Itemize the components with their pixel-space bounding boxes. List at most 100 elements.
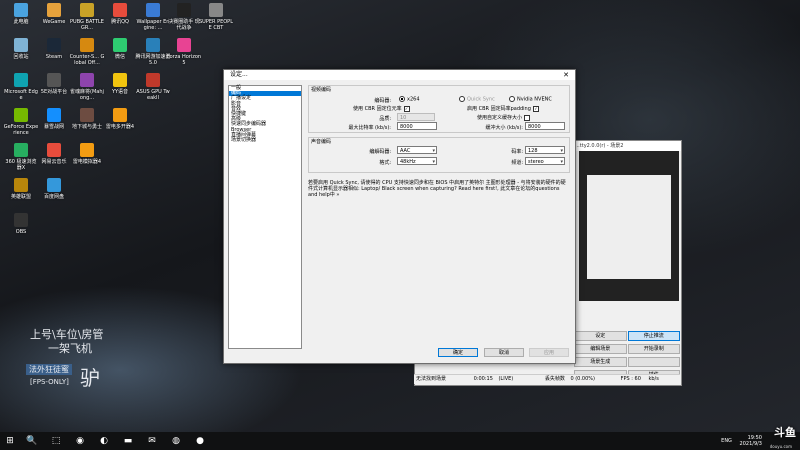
obs-status-live: (LIVE) — [498, 376, 514, 382]
taskbar-app-icon[interactable]: ◐ — [98, 435, 110, 447]
desktop-icon[interactable]: PUBG BATTLEGR... — [69, 3, 105, 31]
encoder-nvenc-radio[interactable]: Nvidia NVENC — [509, 96, 552, 103]
desktop-icon[interactable]: 雷电多开器4 — [102, 108, 138, 130]
app-icon — [47, 3, 61, 17]
settings-content: 视频编码 编码器: x264 Quick Sync Nvidia NVENC 使… — [308, 85, 570, 173]
settings-dialog[interactable]: 设定... ✕ 一般 编码 广播设定 影音 音效 快捷键 高级 快速同步编码器 Browser 直… — [223, 69, 576, 364]
obs-edit-scene-button[interactable]: 编辑场景 — [574, 344, 627, 354]
desktop-icon-label: GeForce Experience — [3, 124, 39, 136]
encoder-x264-radio[interactable]: x264 — [399, 96, 420, 103]
max-bitrate-field[interactable]: 8000 — [397, 122, 437, 130]
desktop-icon[interactable]: SUPER PEOPLE CBT — [198, 3, 234, 31]
desktop-icon[interactable]: GeForce Experience — [3, 108, 39, 136]
clock-date[interactable]: 2021/9/3 — [740, 441, 762, 447]
obs-settings-button[interactable]: 设定 — [574, 331, 627, 341]
ok-button[interactable]: 确定 — [438, 348, 478, 357]
taskbar-app-icon[interactable]: ✉ — [146, 435, 158, 447]
taskbar-app-icon[interactable]: ⬚ — [50, 435, 62, 447]
desktop-icon[interactable]: 决赛圈助手 现代战争 — [166, 3, 202, 31]
dialog-title: 设定... — [230, 71, 248, 78]
taskbar-app-icon[interactable]: ◍ — [170, 435, 182, 447]
desktop-icon[interactable]: 地下城与勇士 — [69, 108, 105, 130]
dialog-titlebar[interactable]: 设定... ✕ — [224, 70, 575, 80]
format-label: 格式: — [379, 160, 391, 166]
app-icon — [80, 73, 94, 87]
settings-nav: 一般 编码 广播设定 影音 音效 快捷键 高级 快速同步编码器 Browser 直播间弹幕 场景切换… — [228, 85, 302, 349]
audio-bitrate-label: 码率: — [511, 149, 523, 155]
windows-start-icon[interactable]: ⊞ — [4, 435, 16, 447]
nav-item[interactable]: 场景切换器 — [229, 137, 301, 143]
obs-scene-gen-button[interactable]: 场景生成 — [574, 357, 627, 367]
cancel-button[interactable]: 取消 — [484, 348, 524, 357]
obs-status-kbps: kb/s — [648, 376, 659, 382]
max-bitrate-label: 最大比特率 (kb/s): — [348, 125, 391, 131]
obs-status-time: 0:00:15 — [473, 376, 493, 382]
obs-preview-capture — [587, 175, 671, 279]
app-icon — [113, 108, 127, 122]
desktop-icon-label: 腾讯QQ — [111, 19, 129, 25]
desktop-icon-label: Forza Horizon 5 — [166, 54, 202, 66]
taskbar-app-icon[interactable]: 🔍 — [26, 435, 38, 447]
desktop-icon-label: SUPER PEOPLE CBT — [199, 19, 233, 31]
channel-select[interactable]: stereo — [525, 157, 565, 166]
audio-codec-select[interactable]: AAC — [397, 146, 437, 155]
desktop-icon[interactable]: 百度网盘 — [36, 178, 72, 200]
app-icon — [146, 73, 160, 87]
buffer-size-field[interactable]: 8000 — [525, 122, 565, 130]
obs-blank-button[interactable] — [627, 357, 680, 367]
desktop-icon-label: 360 极速浏览器X — [5, 159, 37, 171]
desktop-icon-label: 地下城与勇士 — [71, 124, 102, 130]
desktop-icon-label: 网易云音乐 — [41, 159, 67, 165]
douyu-watermark: 斗鱼 — [774, 426, 796, 439]
desktop-icon[interactable]: 5E对战平台 — [36, 73, 72, 95]
app-icon — [177, 3, 191, 17]
audio-codec-label: 编解码器: — [369, 149, 391, 155]
channel-label: 频道: — [511, 160, 523, 166]
audio-bitrate-select[interactable]: 128 — [525, 146, 565, 155]
desktop-icon-label: 微信 — [114, 54, 125, 60]
apply-button[interactable]: 应用 — [529, 348, 569, 357]
obs-start-record-button[interactable]: 开始录制 — [627, 344, 680, 354]
desktop-icon[interactable]: ASUS GPU TweakII — [135, 73, 171, 101]
desktop-icon-label: 5E对战平台 — [40, 89, 68, 95]
app-icon — [14, 213, 28, 227]
format-select[interactable]: 48kHz — [397, 157, 437, 166]
quality-field[interactable]: 10 — [397, 113, 435, 121]
cbr-checkbox[interactable]: 使用 CBR 固定位元率 ✓ — [353, 105, 410, 112]
desktop-icon[interactable]: 英雄联盟 — [3, 178, 39, 200]
desktop-icon[interactable]: WeGame — [36, 3, 72, 25]
desktop-icon-label: OBS — [15, 229, 27, 235]
tray-language[interactable]: ENG — [721, 438, 732, 444]
cbr-padding-checkbox[interactable]: 启用 CBR 固定码率padding ✓ — [467, 105, 539, 112]
desktop-icon[interactable]: 此电脑 — [3, 3, 39, 25]
app-icon — [80, 3, 94, 17]
taskbar-app-icon[interactable]: ▬ — [122, 435, 134, 447]
obs-stop-stream-button[interactable]: 停止推流 — [627, 331, 680, 341]
desktop-icon[interactable]: YY语音 — [102, 73, 138, 95]
app-icon — [47, 38, 61, 52]
encoder-quicksync-radio[interactable]: Quick Sync — [459, 96, 495, 103]
app-icon — [47, 73, 61, 87]
desktop-icon[interactable]: OBS — [3, 213, 39, 235]
desktop-icon[interactable]: 网易云音乐 — [36, 143, 72, 165]
desktop-icon[interactable]: Counter-S... Global Off... — [69, 38, 105, 66]
audio-encoding-title: 声音编码 — [311, 139, 332, 145]
desktop-icon[interactable]: 雀魂麻将(Mahjong... — [69, 73, 105, 101]
desktop-icon-label: Steam — [45, 54, 63, 60]
custom-buffer-checkbox[interactable]: 使用自定义缓存大小 — [477, 114, 531, 121]
desktop-icon-label: Microsoft Edge — [4, 89, 38, 101]
desktop-icon[interactable]: 回收站 — [3, 38, 39, 60]
taskbar-app-icon[interactable]: ◉ — [74, 435, 86, 447]
video-encoding-group: 视频编码 编码器: x264 Quick Sync Nvidia NVENC 使… — [308, 85, 570, 133]
desktop-icon[interactable]: 暴雪战网 — [36, 108, 72, 130]
taskbar-app-icon[interactable]: ● — [194, 435, 206, 447]
desktop-icon[interactable]: 雷电模拟器4 — [69, 143, 105, 165]
desktop-icon-label: 此电脑 — [13, 19, 29, 25]
desktop-icon[interactable]: 360 极速浏览器X — [3, 143, 39, 171]
desktop-icon[interactable]: 微信 — [102, 38, 138, 60]
close-icon[interactable]: ✕ — [561, 70, 571, 80]
desktop-icon[interactable]: Steam — [36, 38, 72, 60]
desktop-icon[interactable]: 腾讯QQ — [102, 3, 138, 25]
desktop-icon[interactable]: Microsoft Edge — [3, 73, 39, 101]
desktop-icon[interactable]: Forza Horizon 5 — [166, 38, 202, 66]
